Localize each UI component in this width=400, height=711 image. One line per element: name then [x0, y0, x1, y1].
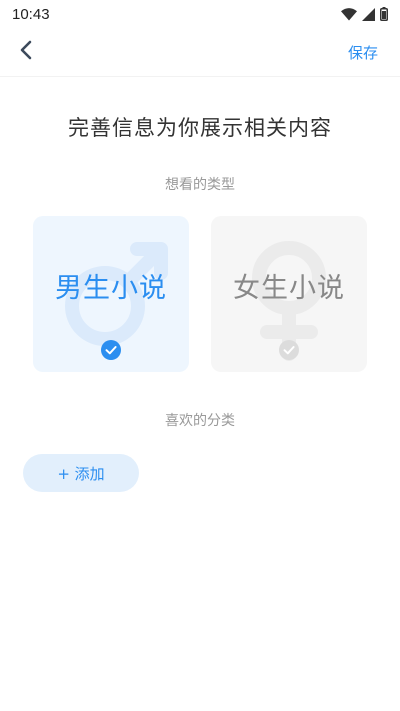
- status-icons: [341, 7, 388, 21]
- type-option-female[interactable]: 女生小说: [211, 216, 367, 372]
- category-section-label: 喜欢的分类: [165, 413, 235, 429]
- add-category-button[interactable]: + 添加: [23, 454, 139, 492]
- wifi-icon: [341, 7, 357, 21]
- save-button[interactable]: 保存: [348, 42, 378, 63]
- chevron-left-icon: [19, 40, 33, 64]
- check-circle-icon: [101, 340, 121, 360]
- signal-icon: [362, 7, 375, 21]
- status-time: 10:43: [12, 5, 50, 23]
- status-bar: 10:43: [0, 0, 400, 28]
- battery-icon: [380, 7, 388, 21]
- back-button[interactable]: [12, 38, 40, 66]
- nav-bar: 保存: [0, 28, 400, 77]
- type-option-label: 男生小说: [55, 273, 167, 304]
- check-circle-icon: [279, 340, 299, 360]
- page-title: 完善信息为你展示相关内容: [68, 116, 332, 140]
- type-option-label: 女生小说: [233, 273, 345, 304]
- type-section-label: 想看的类型: [165, 177, 235, 193]
- type-option-male[interactable]: 男生小说: [33, 216, 189, 372]
